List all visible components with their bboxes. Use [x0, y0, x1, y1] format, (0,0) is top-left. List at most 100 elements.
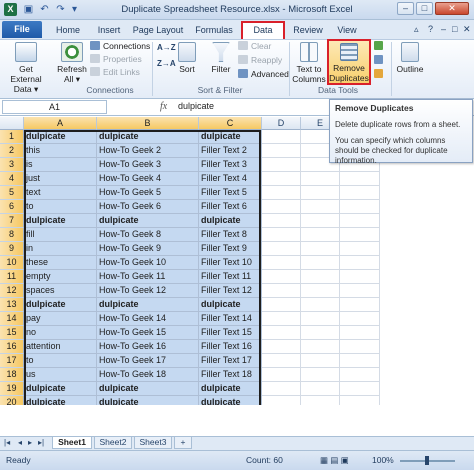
- cell-d14[interactable]: [262, 312, 301, 326]
- text-to-columns-button[interactable]: Text to Columns: [292, 42, 326, 84]
- name-box[interactable]: A1: [2, 100, 107, 114]
- workbook-minimize-icon[interactable]: –: [441, 24, 446, 34]
- sheet-nav-prev-icon[interactable]: ◂: [18, 438, 22, 447]
- column-header[interactable]: B: [97, 117, 199, 130]
- close-button[interactable]: ✕: [435, 2, 469, 15]
- row-header[interactable]: 20: [0, 396, 24, 405]
- cell-f20[interactable]: [340, 396, 380, 405]
- cell-d17[interactable]: [262, 354, 301, 368]
- row-header[interactable]: 1: [0, 130, 24, 144]
- cell-e7[interactable]: [301, 214, 340, 228]
- cell-d18[interactable]: [262, 368, 301, 382]
- cell-e9[interactable]: [301, 242, 340, 256]
- sheet-tab-3[interactable]: Sheet3: [134, 437, 172, 449]
- row-header[interactable]: 8: [0, 228, 24, 242]
- get-external-data-button[interactable]: Get External Data ▾: [4, 42, 48, 94]
- cell-e19[interactable]: [301, 382, 340, 396]
- cell-f7[interactable]: [340, 214, 380, 228]
- insert-function-icon[interactable]: fx: [160, 101, 167, 112]
- tab-formulas[interactable]: Formulas: [192, 23, 236, 39]
- cell-e12[interactable]: [301, 284, 340, 298]
- what-if-analysis-icon[interactable]: [374, 69, 383, 78]
- edit-links-button[interactable]: Edit Links: [90, 67, 140, 78]
- workbook-restore-icon[interactable]: □: [452, 24, 457, 34]
- properties-button[interactable]: Properties: [90, 54, 142, 65]
- insert-sheet-icon[interactable]: +: [174, 437, 192, 449]
- tab-home[interactable]: Home: [52, 23, 84, 39]
- cell-f5[interactable]: [340, 186, 380, 200]
- column-header[interactable]: C: [199, 117, 262, 130]
- cell-e15[interactable]: [301, 326, 340, 340]
- cell-d12[interactable]: [262, 284, 301, 298]
- cell-d2[interactable]: [262, 144, 301, 158]
- cell-f6[interactable]: [340, 200, 380, 214]
- cell-d16[interactable]: [262, 340, 301, 354]
- cell-f17[interactable]: [340, 354, 380, 368]
- cell-d7[interactable]: [262, 214, 301, 228]
- row-header[interactable]: 18: [0, 368, 24, 382]
- cell-f8[interactable]: [340, 228, 380, 242]
- cell-f12[interactable]: [340, 284, 380, 298]
- row-header[interactable]: 19: [0, 382, 24, 396]
- sort-z-to-a-button[interactable]: Z→A: [157, 58, 176, 69]
- cell-e4[interactable]: [301, 172, 340, 186]
- data-validation-icon[interactable]: [374, 41, 383, 50]
- cell-e11[interactable]: [301, 270, 340, 284]
- tab-review[interactable]: Review: [290, 23, 326, 39]
- reapply-button[interactable]: Reapply: [238, 55, 282, 66]
- row-header[interactable]: 17: [0, 354, 24, 368]
- cell-f16[interactable]: [340, 340, 380, 354]
- cell-e10[interactable]: [301, 256, 340, 270]
- row-header[interactable]: 3: [0, 158, 24, 172]
- cell-d11[interactable]: [262, 270, 301, 284]
- ribbon-minimize-icon[interactable]: ▵: [414, 24, 419, 35]
- tab-data[interactable]: Data: [241, 21, 285, 40]
- cell-e6[interactable]: [301, 200, 340, 214]
- sort-a-to-z-button[interactable]: A→Z: [157, 42, 176, 53]
- connections-button[interactable]: Connections: [90, 41, 150, 52]
- advanced-filter-button[interactable]: Advanced: [238, 69, 289, 80]
- cell-d15[interactable]: [262, 326, 301, 340]
- sheet-nav-next-icon[interactable]: ▸: [28, 438, 32, 447]
- filter-button[interactable]: Filter: [207, 42, 235, 74]
- sheet-tab-2[interactable]: Sheet2: [94, 437, 132, 449]
- cell-f10[interactable]: [340, 256, 380, 270]
- column-header[interactable]: D: [262, 117, 301, 130]
- row-header[interactable]: 16: [0, 340, 24, 354]
- cell-d20[interactable]: [262, 396, 301, 405]
- outline-button[interactable]: Outline: [394, 42, 426, 74]
- cell-e20[interactable]: [301, 396, 340, 405]
- row-header[interactable]: 15: [0, 326, 24, 340]
- cell-f19[interactable]: [340, 382, 380, 396]
- select-all-corner[interactable]: [0, 117, 24, 130]
- column-header[interactable]: A: [24, 117, 97, 130]
- cell-f14[interactable]: [340, 312, 380, 326]
- cell-f4[interactable]: [340, 172, 380, 186]
- row-header[interactable]: 10: [0, 256, 24, 270]
- row-header[interactable]: 12: [0, 284, 24, 298]
- tab-page-layout[interactable]: Page Layout: [132, 23, 184, 39]
- formula-input[interactable]: dulpicate: [178, 100, 328, 114]
- cell-d8[interactable]: [262, 228, 301, 242]
- sheet-tab-1[interactable]: Sheet1: [52, 437, 92, 449]
- sheet-nav-first-icon[interactable]: |◂: [4, 438, 10, 447]
- cell-e17[interactable]: [301, 354, 340, 368]
- cell-d3[interactable]: [262, 158, 301, 172]
- zoom-slider-thumb[interactable]: [425, 456, 429, 465]
- tab-file[interactable]: File: [2, 21, 42, 38]
- view-buttons[interactable]: ▦ ▤ ▣: [320, 451, 349, 470]
- row-header[interactable]: 7: [0, 214, 24, 228]
- cell-e14[interactable]: [301, 312, 340, 326]
- tab-view[interactable]: View: [332, 23, 362, 39]
- cell-f15[interactable]: [340, 326, 380, 340]
- cell-d6[interactable]: [262, 200, 301, 214]
- cell-d19[interactable]: [262, 382, 301, 396]
- cell-e18[interactable]: [301, 368, 340, 382]
- workbook-close-icon[interactable]: ✕: [463, 24, 471, 35]
- cell-f13[interactable]: [340, 298, 380, 312]
- zoom-level[interactable]: 100%: [372, 451, 394, 470]
- clear-button[interactable]: Clear: [238, 41, 271, 52]
- minimize-button[interactable]: –: [397, 2, 414, 15]
- cell-d13[interactable]: [262, 298, 301, 312]
- cell-f18[interactable]: [340, 368, 380, 382]
